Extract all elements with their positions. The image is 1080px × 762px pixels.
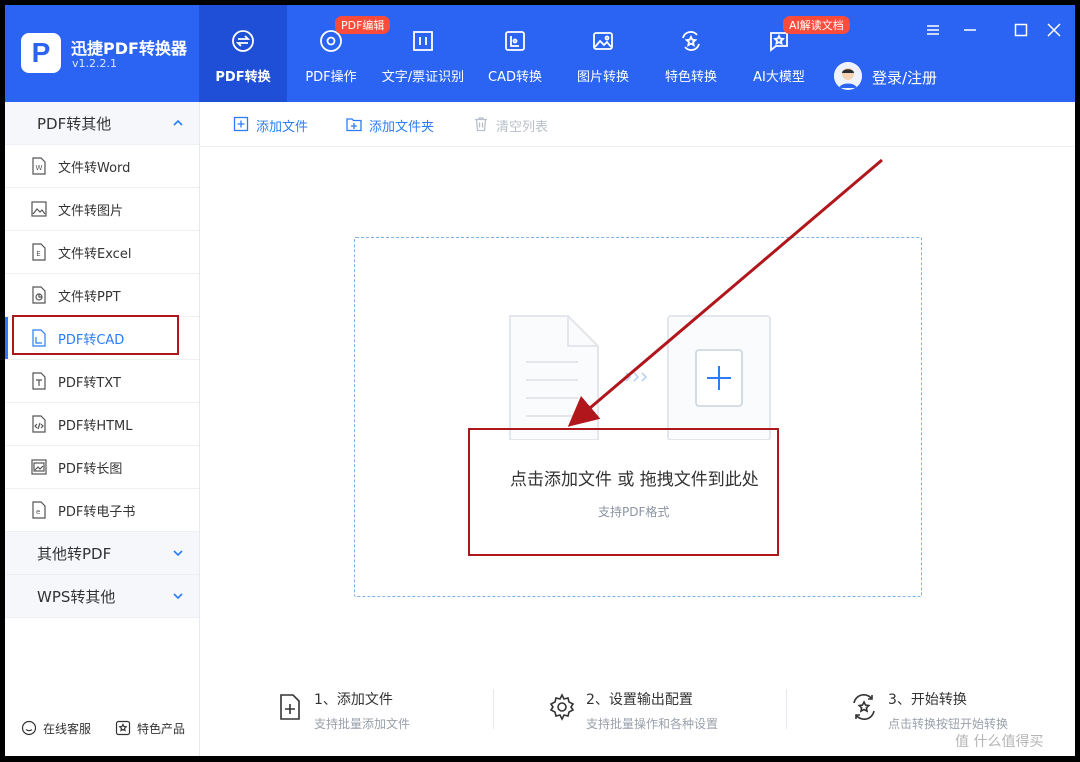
cad-file-icon (32, 329, 46, 347)
long-image-icon (31, 459, 47, 475)
sidebar-item-excel[interactable]: E 文件转Excel (5, 231, 199, 274)
nav-pdf-convert[interactable]: PDF转换 (199, 5, 287, 102)
dropzone-format-hint: 支持PDF格式 (598, 505, 670, 519)
step-divider (493, 689, 494, 729)
app-window: P 迅捷PDF转换器 v1.2.2.1 PDF转换 PDF操作 PDF编辑 文字… (5, 5, 1075, 756)
trash-icon (475, 117, 487, 132)
ebook-file-icon: e (32, 501, 46, 519)
excel-file-icon: E (32, 243, 46, 261)
close-icon[interactable] (1045, 21, 1063, 39)
chevron-down-icon (173, 550, 183, 557)
avatar (834, 62, 862, 90)
sidebar: PDF转其他 W 文件转Word 文件转图片 E 文件转Excel 文件转PPT… (5, 102, 200, 756)
html-file-icon (32, 415, 46, 433)
scan-icon (413, 31, 433, 51)
watermark: 值 什么值得买 (955, 734, 1044, 750)
sidebar-item-txt[interactable]: PDF转TXT (5, 360, 199, 403)
add-file-icon (233, 116, 249, 132)
menu-icon[interactable] (924, 21, 942, 39)
maximize-icon[interactable] (1012, 21, 1030, 39)
word-file-icon: W (32, 157, 46, 175)
dropzone-instruction: 点击添加文件 或 拖拽文件到此处 (510, 470, 759, 490)
drop-illustration (509, 315, 771, 440)
add-file-icon (280, 694, 300, 720)
cad-icon (505, 31, 525, 51)
add-folder-icon (346, 118, 362, 132)
star-convert-icon (853, 694, 875, 720)
ppt-file-icon (32, 286, 46, 304)
step-divider (786, 689, 787, 729)
app-version: v1.2.2.1 (72, 57, 117, 70)
nav-special-convert[interactable]: 特色转换 (647, 5, 735, 102)
star-badge-icon (115, 720, 131, 736)
sidebar-group-pdf-to-other[interactable]: PDF转其他 (5, 102, 199, 145)
convert-icon (232, 30, 254, 52)
sidebar-item-word[interactable]: W 文件转Word (5, 145, 199, 188)
sidebar-group-wps-to-other[interactable]: WPS转其他 (5, 575, 199, 618)
gear-icon (549, 693, 575, 721)
image-icon (593, 32, 613, 50)
svg-text:e: e (36, 508, 40, 516)
txt-file-icon (32, 372, 46, 390)
nav-image-convert[interactable]: 图片转换 (559, 5, 647, 102)
sidebar-footer: 在线客服 特色产品 (5, 714, 199, 744)
app-logo: P (21, 33, 61, 73)
ai-doc-badge[interactable]: AI解读文档 (783, 16, 850, 34)
sidebar-item-html[interactable]: PDF转HTML (5, 403, 199, 446)
app-name: 迅捷PDF转换器 (71, 39, 187, 58)
chevron-down-icon (173, 593, 183, 600)
toolbar: 添加文件 添加文件夹 清空列表 (200, 102, 1075, 147)
sidebar-group-other-to-pdf[interactable]: 其他转PDF (5, 532, 199, 575)
sidebar-item-ppt[interactable]: 文件转PPT (5, 274, 199, 317)
svg-text:W: W (36, 164, 43, 172)
sidebar-item-ebook[interactable]: e PDF转电子书 (5, 489, 199, 532)
image-file-icon (31, 201, 47, 217)
smile-chat-icon (21, 720, 37, 736)
sidebar-item-cad[interactable]: PDF转CAD (5, 317, 199, 360)
top-header: P 迅捷PDF转换器 v1.2.2.1 PDF转换 PDF操作 PDF编辑 文字… (5, 5, 1075, 102)
sidebar-item-image[interactable]: 文件转图片 (5, 188, 199, 231)
nav-cad-convert[interactable]: CAD转换 (471, 5, 559, 102)
nav-text-ocr[interactable]: 文字/票证识别 (375, 5, 471, 102)
minimize-icon[interactable] (961, 21, 979, 39)
chevron-up-icon (173, 119, 183, 126)
sidebar-item-long-image[interactable]: PDF转长图 (5, 446, 199, 489)
svg-text:E: E (36, 250, 40, 258)
steps-bar: 1、添加文件 支持批量添加文件 2、设置输出配置 支持批量操作和各种设置 3、开… (200, 685, 1075, 745)
star-convert-icon (682, 31, 700, 51)
